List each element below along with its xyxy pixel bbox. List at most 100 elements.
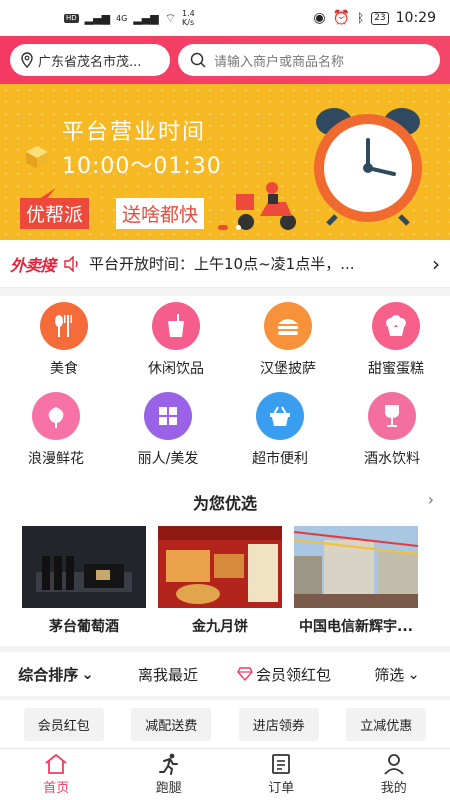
- notice-text: 平台开放时间：上午10点~凌1点半，...: [89, 255, 355, 273]
- grid-icon: [144, 392, 192, 440]
- bottom-tab-bar: 首页 跑腿 订单 我的: [0, 748, 450, 800]
- category-label: 浪漫鲜花: [28, 451, 84, 467]
- category-label: 丽人/美发: [137, 451, 199, 467]
- category-cake[interactable]: 甜蜜蛋糕: [340, 302, 450, 378]
- recommended-item[interactable]: 茅台葡萄酒: [22, 526, 146, 636]
- drink-cup-icon: [152, 302, 200, 350]
- chevron-down-icon: ⌄: [81, 665, 94, 683]
- member-red-packet[interactable]: 会员领红包: [224, 664, 344, 685]
- chip-member-red-packet[interactable]: 会员红包: [23, 707, 104, 741]
- fork-knife-icon: [40, 302, 88, 350]
- product-name: 金九月饼: [192, 619, 248, 635]
- promo-banner[interactable]: 平台营业时间 10:00～01:30 优帮派 送啥都快: [0, 84, 450, 240]
- category-burger[interactable]: 汉堡披萨: [232, 302, 344, 378]
- speed-unit: K/s: [182, 18, 195, 27]
- search-input[interactable]: 请输入商户或商品名称: [178, 44, 440, 76]
- filter-button[interactable]: 筛选 ⌄: [344, 664, 450, 685]
- category-beauty[interactable]: 丽人/美发: [112, 392, 224, 468]
- user-icon: [384, 754, 404, 775]
- location-text: 广东省茂名市茂...: [38, 54, 142, 70]
- banner-brand-tag: 优帮派: [20, 198, 90, 229]
- sort-general-label: 综合排序: [18, 665, 79, 684]
- status-right: ◉ ⏰ ᛒ 23 10:29: [313, 10, 436, 26]
- eye-icon: ◉: [313, 10, 326, 26]
- chevron-right-icon[interactable]: ›: [428, 490, 434, 509]
- clock-time: 10:29: [395, 10, 436, 26]
- sort-nearest[interactable]: 离我最近: [112, 664, 224, 685]
- tab-label: 订单: [268, 781, 295, 796]
- basket-icon: [256, 392, 304, 440]
- category-label: 超市便利: [252, 451, 308, 467]
- location-pin-icon: [21, 52, 33, 68]
- tab-errand[interactable]: 跑腿: [113, 749, 226, 800]
- bluetooth-icon: ᛒ: [356, 11, 365, 25]
- product-image: [158, 526, 282, 608]
- category-label: 汉堡披萨: [260, 361, 316, 377]
- category-food[interactable]: 美食: [8, 302, 120, 378]
- chip-instant-discount[interactable]: 立减优惠: [346, 707, 427, 741]
- recommended-section: 为您优选 › 茅台葡萄酒 金九月饼 中国电信新辉宇...: [0, 476, 450, 646]
- chevron-down-icon: ⌄: [407, 665, 420, 683]
- recommended-title: 为您优选: [192, 494, 257, 513]
- alarm-icon: ⏰: [332, 10, 350, 26]
- battery-icon: 23: [371, 11, 389, 25]
- carousel-indicator[interactable]: [236, 225, 241, 230]
- category-grid: 美食 休闲饮品 汉堡披萨 甜蜜蛋糕 浪漫鲜花 丽人/美发 超市便利 酒水饮料: [0, 296, 450, 476]
- banner-slogan-tag: 送啥都快: [116, 198, 205, 229]
- category-liquor[interactable]: 酒水饮料: [336, 392, 448, 468]
- tab-label: 首页: [43, 781, 70, 796]
- notice-bar[interactable]: 外卖接 平台开放时间：上午10点~凌1点半，... ›: [0, 240, 450, 288]
- speaker-icon: [64, 255, 78, 272]
- location-selector[interactable]: 广东省茂名市茂...: [10, 44, 170, 76]
- category-flowers[interactable]: 浪漫鲜花: [0, 392, 112, 468]
- category-label: 休闲饮品: [148, 361, 204, 377]
- speed-value: 1.4: [182, 9, 195, 18]
- product-name: 茅台葡萄酒: [49, 619, 119, 635]
- alarm-clock-icon: [314, 108, 422, 226]
- sort-nearest-label: 离我最近: [137, 665, 198, 684]
- banner-title: 平台营业时间: [62, 120, 207, 145]
- banner-time: 10:00～01:30: [62, 154, 222, 179]
- cake-icon: [372, 302, 420, 350]
- home-icon: [45, 753, 67, 774]
- filter-label: 筛选: [374, 665, 405, 684]
- chip-delivery-discount[interactable]: 减配送费: [131, 707, 212, 741]
- recommended-item[interactable]: 中国电信新辉宇...: [294, 526, 418, 636]
- filter-chips: 会员红包 减配送费 进店领券 立减优惠: [0, 700, 450, 748]
- tab-profile[interactable]: 我的: [338, 749, 450, 800]
- category-label: 甜蜜蛋糕: [368, 361, 424, 377]
- tab-label: 我的: [380, 781, 407, 796]
- recommended-item[interactable]: 金九月饼: [158, 526, 282, 636]
- diamond-icon: [237, 667, 253, 681]
- category-label: 酒水饮料: [364, 451, 420, 467]
- order-list-icon: [272, 754, 291, 774]
- product-image: [294, 526, 418, 608]
- net-speed: 1.4 K/s: [182, 9, 195, 27]
- member-red-packet-label: 会员领红包: [255, 665, 331, 684]
- wine-glass-icon: [368, 392, 416, 440]
- signal-icon-2: ▂▄▆: [133, 11, 159, 25]
- tab-label: 跑腿: [155, 781, 182, 796]
- sort-general[interactable]: 综合排序 ⌄: [0, 664, 112, 685]
- carousel-indicator-active[interactable]: [218, 225, 228, 230]
- hd-badge: HD: [64, 13, 79, 23]
- search-icon: [190, 52, 206, 68]
- product-image: [22, 526, 146, 608]
- network-type: 4G: [116, 13, 128, 23]
- wifi-icon: ⌔: [164, 10, 177, 25]
- notice-logo: 外卖接: [10, 255, 56, 275]
- runner-icon: [158, 753, 178, 775]
- flower-icon: [32, 392, 80, 440]
- chip-store-coupon[interactable]: 进店领券: [238, 707, 319, 741]
- signal-icon: ▂▄▆: [84, 11, 111, 25]
- burger-icon: [264, 302, 312, 350]
- tab-orders[interactable]: 订单: [225, 749, 338, 800]
- category-supermarket[interactable]: 超市便利: [224, 392, 336, 468]
- cube-decoration-icon: [26, 146, 48, 169]
- chevron-right-icon[interactable]: ›: [432, 252, 440, 276]
- status-left: HD ▂▄▆ 4G ▂▄▆ ⌔ 1.4 K/s: [64, 9, 195, 27]
- search-placeholder: 请输入商户或商品名称: [214, 54, 345, 70]
- category-label: 美食: [50, 361, 78, 377]
- category-drinks[interactable]: 休闲饮品: [120, 302, 232, 378]
- tab-home[interactable]: 首页: [0, 749, 113, 800]
